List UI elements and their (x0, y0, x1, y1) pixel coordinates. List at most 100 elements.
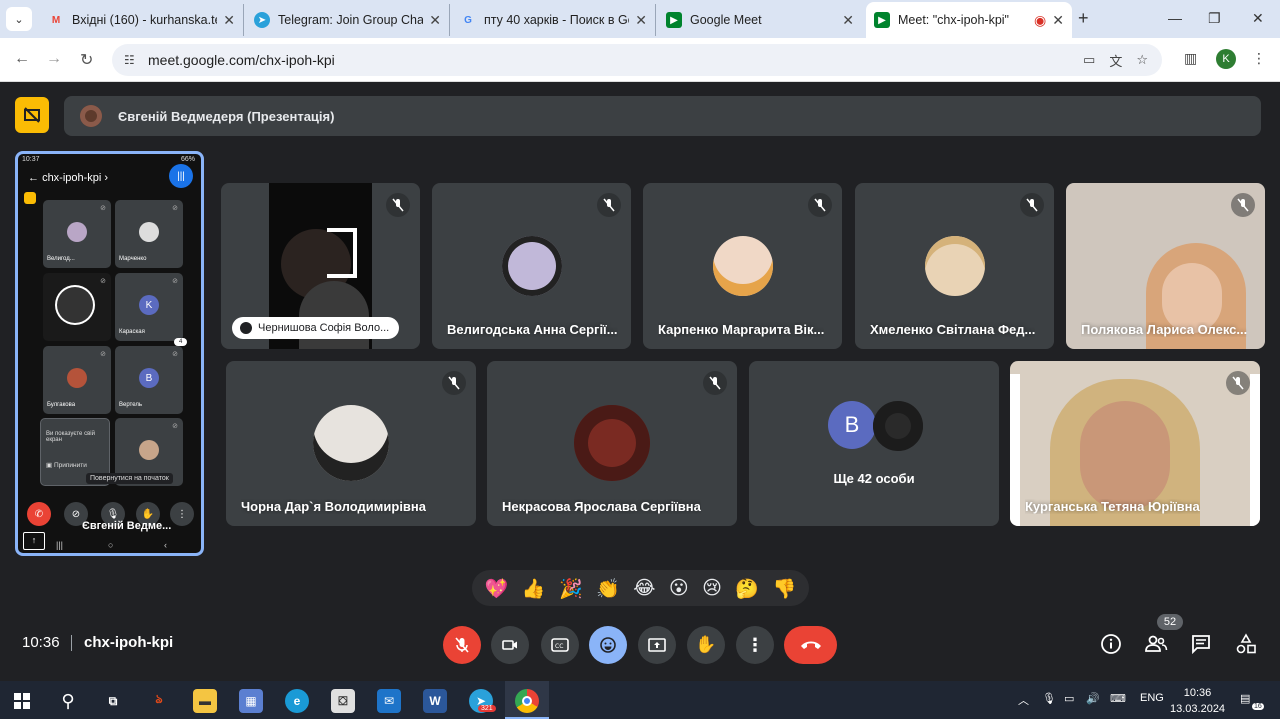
restore-icon[interactable]: ❐ (1208, 10, 1221, 27)
avatar (67, 368, 87, 388)
leave-call-button[interactable] (784, 626, 837, 664)
omnibox[interactable]: ☷ meet.google.com/chx-ipoh-kpi ▭ 文 ☆ (112, 44, 1162, 76)
more-vert-icon: ⋮ (746, 634, 764, 655)
mic-off-icon: ⊘ (172, 278, 178, 285)
chrome-icon[interactable] (515, 689, 539, 713)
close-window-icon[interactable]: ✕ (1252, 10, 1264, 27)
close-icon[interactable]: ✕ (635, 12, 647, 29)
presentation-layout-button[interactable] (15, 97, 49, 133)
edge-icon[interactable]: e (285, 689, 309, 713)
shared-screen[interactable]: 10:37 66% ← chx-ipoh-kpi › ||| ⊘ Велигод… (15, 151, 204, 556)
more-options-button[interactable]: ⋮ (736, 626, 774, 664)
close-icon[interactable]: ✕ (429, 12, 441, 29)
word-icon[interactable]: W (423, 689, 447, 713)
file-explorer-icon[interactable]: ▬ (193, 689, 217, 713)
notifications-icon[interactable]: ▤ (1240, 692, 1250, 705)
reaction-surprised[interactable]: 😮 (669, 577, 689, 599)
participant-tile[interactable]: Хмеленко Світлана Фед... (855, 183, 1054, 349)
chat-button[interactable] (1188, 631, 1214, 657)
translate-icon[interactable]: 文 (1109, 51, 1122, 70)
phone-count-badge: 4 (174, 338, 188, 346)
side-panel-icon[interactable]: ▥ (1184, 50, 1197, 67)
profile-avatar[interactable]: K (1216, 49, 1236, 69)
divider (71, 635, 72, 651)
tab-search-icon[interactable]: ⌄ (6, 7, 32, 31)
store-icon[interactable]: ⛋ (331, 689, 355, 713)
close-icon[interactable]: ✕ (842, 12, 854, 29)
participant-tile[interactable]: Карпенко Маргарита Вік... (643, 183, 842, 349)
close-icon[interactable]: ✕ (1052, 12, 1064, 29)
mail-icon[interactable]: ✉ (377, 689, 401, 713)
people-button[interactable] (1143, 631, 1169, 657)
reload-icon[interactable]: ↻ (80, 50, 93, 70)
emoji-icon (600, 637, 616, 653)
network-icon[interactable]: ▭ (1064, 692, 1074, 705)
phone-meeting-code: chx-ipoh-kpi › (42, 172, 109, 184)
new-tab-button[interactable]: + (1078, 8, 1089, 29)
app-icon-red[interactable]: ঌ (147, 689, 171, 713)
menu-kebab-icon[interactable]: ⋮ (1252, 50, 1266, 67)
site-settings-icon[interactable]: ☷ (124, 53, 138, 67)
participant-tile[interactable]: Курганська Тетяна Юріївна (1010, 361, 1260, 526)
back-to-start-chip[interactable]: Повернутися на початок (86, 473, 173, 484)
reaction-party[interactable]: 🎉 (559, 577, 583, 600)
telegram-icon: ➤ (254, 12, 270, 28)
url-text[interactable]: meet.google.com/chx-ipoh-kpi (148, 52, 1069, 68)
search-icon[interactable]: ⚲ (56, 689, 80, 713)
raise-hand-button[interactable]: ✋ (687, 626, 725, 664)
stop-share-button[interactable]: ▣ Припинити (46, 461, 87, 469)
tab-telegram[interactable]: ➤ Telegram: Join Group Chat ✕ (246, 4, 450, 36)
camera-toggle-button[interactable] (491, 626, 529, 664)
meeting-code[interactable]: chx-ipoh-kpi (84, 634, 173, 651)
avatar (139, 440, 159, 460)
reaction-laugh[interactable]: 😂 (633, 577, 655, 599)
participant-tile[interactable]: Чорна Дар`я Володимирівна (226, 361, 476, 526)
show-hidden-icons-icon[interactable]: ︿ (1018, 692, 1029, 708)
mic-off-icon (808, 193, 832, 217)
reaction-heart[interactable]: 💖 (485, 577, 509, 600)
participant-tile[interactable]: Велигодська Анна Сергії... (432, 183, 631, 349)
tab-gmail[interactable]: M Вхідні (160) - kurhanska.tetia ✕ (40, 4, 244, 36)
tab-google-search[interactable]: G пту 40 харків - Поиск в Goo ✕ (452, 4, 656, 36)
windows-start-icon[interactable] (10, 689, 34, 713)
system-time: 10:36 (1183, 687, 1212, 699)
camera-in-use-icon[interactable]: ▭ (1083, 52, 1095, 68)
present-now-button[interactable] (638, 626, 676, 664)
reaction-sad[interactable]: 😢 (702, 577, 722, 599)
tab-title: Meet: "chx-ipoh-kpi" (898, 13, 1009, 27)
minimize-icon[interactable]: — (1168, 10, 1182, 26)
reaction-thumbs-up[interactable]: 👍 (522, 577, 546, 600)
close-icon[interactable]: ✕ (223, 12, 235, 29)
activities-button[interactable] (1233, 631, 1259, 657)
tab-meet-active[interactable]: ▶ Meet: "chx-ipoh-kpi" ◉ ✕ (866, 2, 1072, 38)
system-clock[interactable]: 10:36 13.03.2024 (1170, 685, 1225, 717)
captions-button[interactable]: CC (541, 626, 579, 664)
phone-end-call-button[interactable]: ✆ (27, 502, 51, 526)
back-icon[interactable]: ← (14, 50, 30, 68)
phone-more-button[interactable]: ⋮ (170, 502, 194, 526)
bookmark-star-icon[interactable]: ☆ (1136, 52, 1148, 68)
avatar (873, 401, 923, 451)
presentation-banner: Євгеній Ведмедеря (Презентація) (64, 96, 1261, 136)
mic-toggle-button[interactable] (443, 626, 481, 664)
tab-google-meet[interactable]: ▶ Google Meet ✕ (658, 4, 862, 36)
calculator-icon[interactable]: ▦ (239, 689, 263, 713)
participant-name: Полякова Лариса Олекс... (1081, 322, 1248, 337)
participant-tile[interactable]: Чернишова Софія Воло... (221, 183, 420, 349)
keyboard-icon[interactable]: ⌨ (1110, 692, 1126, 705)
forward-icon[interactable]: → (46, 50, 62, 68)
meeting-details-button[interactable] (1098, 631, 1124, 657)
reaction-thumbs-down[interactable]: 👎 (773, 577, 797, 600)
more-participants-tile[interactable]: B Ще 42 особи (749, 361, 999, 526)
reaction-clap[interactable]: 👏 (596, 577, 620, 600)
participant-tile[interactable]: Полякова Лариса Олекс... (1066, 183, 1265, 349)
info-icon (1101, 634, 1121, 654)
send-reaction-button[interactable] (589, 626, 627, 664)
microphone-icon[interactable]: 🎙 (1042, 692, 1056, 705)
participant-tile[interactable]: Некрасова Ярослава Сергіївна (487, 361, 737, 526)
task-view-icon[interactable]: ⧉ (101, 689, 125, 713)
volume-icon[interactable]: 🔊 (1086, 692, 1100, 705)
reaction-thinking[interactable]: 🤔 (735, 577, 759, 600)
language-indicator[interactable]: ENG (1140, 692, 1164, 704)
phone-battery: 66% (180, 156, 195, 163)
